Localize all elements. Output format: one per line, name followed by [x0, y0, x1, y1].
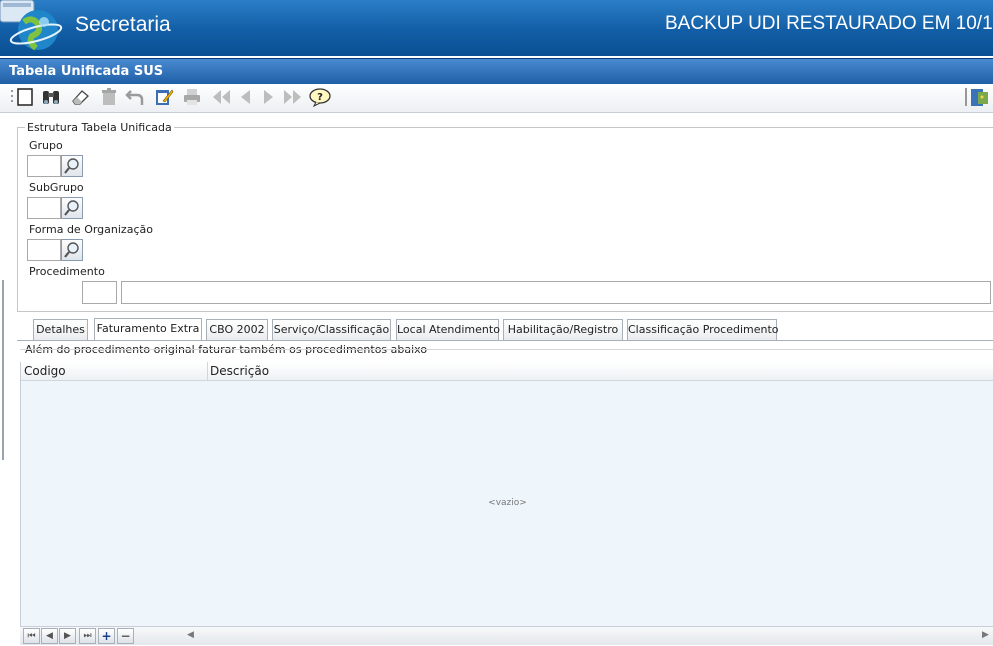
subgrupo-code-input[interactable] — [27, 197, 61, 219]
tab-classificacao-procedimento[interactable]: Classificação Procedimento — [627, 319, 779, 340]
grid-empty-message: <vazio> — [488, 498, 527, 508]
first-record-icon[interactable] — [210, 87, 234, 107]
forma-organizacao-label: Forma de Organização — [29, 223, 153, 236]
subgrupo-label: SubGrupo — [29, 181, 84, 194]
grid-pager: ⏮ ◀ ▶ ⏭ + − ◀ ▶ — [20, 626, 993, 645]
scroll-right-arrow[interactable]: ▶ — [982, 630, 989, 640]
procedimento-description-input[interactable] — [121, 281, 991, 304]
grupo-code-input[interactable] — [27, 155, 61, 177]
column-header-codigo[interactable]: Codigo — [24, 364, 66, 378]
forma-organizacao-code-input[interactable] — [27, 239, 61, 261]
grupo-label: Grupo — [29, 139, 63, 152]
structure-legend: Estrutura Tabela Unificada — [25, 121, 174, 134]
grupo-lookup-button[interactable] — [61, 155, 83, 177]
eraser-icon[interactable] — [70, 87, 90, 107]
pager-first-button[interactable]: ⏮ — [23, 628, 40, 644]
tab-strip-divider — [17, 340, 993, 341]
previous-record-icon[interactable] — [236, 87, 256, 107]
scroll-left-arrow[interactable]: ◀ — [187, 630, 194, 640]
undo-icon[interactable] — [125, 87, 145, 107]
tab-local-atendimento[interactable]: Local Atendimento — [396, 319, 500, 340]
tab-habilitacao-registro[interactable]: Habilitação/Registro — [503, 319, 623, 340]
help-icon[interactable]: ? — [308, 87, 332, 108]
pager-last-button[interactable]: ⏭ — [79, 628, 96, 644]
backup-banner: BACKUP UDI RESTAURADO EM 10/12/ — [665, 13, 993, 34]
print-icon[interactable] — [182, 87, 202, 107]
binoculars-search-icon[interactable] — [41, 87, 61, 107]
tab-servico-classificacao[interactable]: Serviço/Classificação — [272, 319, 391, 340]
tab-detalhes[interactable]: Detalhes — [33, 319, 88, 340]
procedimento-label: Procedimento — [29, 265, 105, 278]
pager-next-button[interactable]: ▶ — [59, 628, 76, 644]
app-title: Secretaria — [75, 13, 171, 36]
left-edge-divider — [2, 280, 4, 460]
procedimento-code-input[interactable] — [82, 281, 117, 304]
column-header-descricao[interactable]: Descrição — [210, 364, 269, 378]
trash-icon[interactable] — [99, 87, 119, 107]
pager-add-button[interactable]: + — [98, 628, 115, 644]
pager-remove-button[interactable]: − — [117, 628, 134, 644]
tab-faturamento-extra[interactable]: Faturamento Extra — [94, 318, 202, 341]
exit-door-icon[interactable] — [965, 87, 991, 107]
magnifier-icon — [64, 200, 79, 216]
toolbar: ? — [0, 84, 993, 113]
pager-previous-button[interactable]: ◀ — [41, 628, 58, 644]
column-separator — [207, 362, 208, 380]
svg-text:?: ? — [317, 92, 323, 103]
last-record-icon[interactable] — [280, 87, 304, 107]
toolbar-grip-icon — [2, 87, 13, 107]
tab-cbo-2002[interactable]: CBO 2002 — [206, 319, 268, 340]
procedures-grid[interactable]: Codigo Descrição <vazio> — [20, 362, 993, 627]
magnifier-icon — [64, 158, 79, 174]
app-header: Secretaria BACKUP UDI RESTAURADO EM 10/1… — [0, 0, 993, 56]
magnifier-icon — [64, 242, 79, 258]
globe-logo-icon — [0, 0, 64, 56]
extra-fieldset-line — [20, 349, 993, 350]
forma-organizacao-lookup-button[interactable] — [61, 239, 83, 261]
page-title: Tabela Unificada SUS — [9, 64, 164, 79]
new-document-icon[interactable] — [15, 87, 35, 107]
page-titlebar: Tabela Unificada SUS — [0, 58, 993, 84]
next-record-icon[interactable] — [258, 87, 278, 107]
edit-notes-icon[interactable] — [154, 87, 174, 107]
subgrupo-lookup-button[interactable] — [61, 197, 83, 219]
grid-header: Codigo Descrição — [21, 362, 993, 381]
